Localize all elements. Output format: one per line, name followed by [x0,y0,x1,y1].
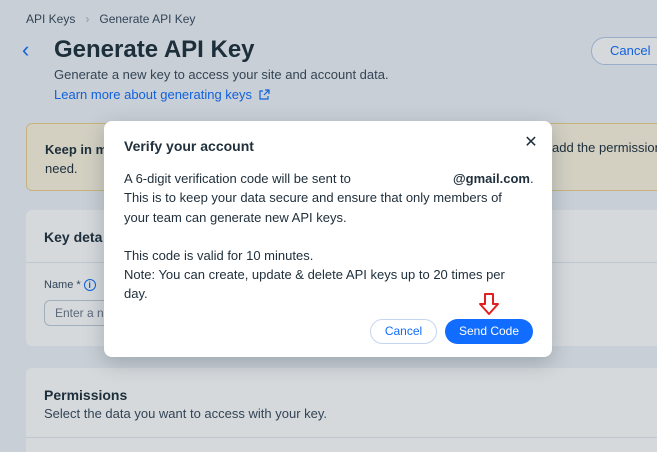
email-period: . [529,171,534,186]
dialog-line3: your team can generate new API keys. [124,209,347,225]
dialog-line5: Note: You can create, update & delete AP… [124,267,505,283]
email-text: @gmail.com [453,171,530,186]
close-icon[interactable]: ✕ [522,134,540,152]
email-address: @gmail.com. [453,169,534,188]
send-code-button[interactable]: Send Code [445,319,533,344]
down-arrow-annotation-icon [479,293,499,315]
dialog-line4: This code is valid for 10 minutes. [124,247,314,263]
cancel-button[interactable]: Cancel [370,319,437,344]
dialog-title: Verify your account [124,138,254,154]
dialog-body: A 6-digit verification code will be sent… [124,169,544,304]
dialog-line2: This is to keep your data secure and ens… [124,190,502,206]
dialog-line1: A 6-digit verification code will be sent… [124,171,351,186]
